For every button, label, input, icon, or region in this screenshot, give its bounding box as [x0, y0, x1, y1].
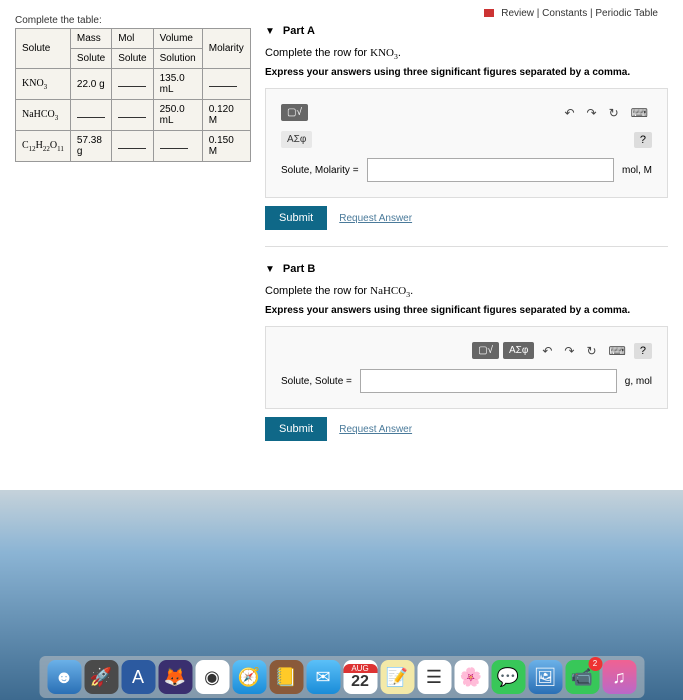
finder-icon[interactable]: ☻: [47, 660, 81, 694]
itunes-icon[interactable]: ♫: [602, 660, 636, 694]
constants-link[interactable]: Constants: [542, 8, 587, 19]
cell-solute: KNO3: [16, 69, 71, 100]
answer-panel: ▼ Part A Complete the row for KNO3. Expr…: [265, 15, 668, 475]
part-a-input[interactable]: [367, 158, 614, 182]
th-mol: Mol: [112, 29, 153, 49]
cell-mass: 57.38 g: [70, 131, 111, 162]
photos-icon[interactable]: 🌸: [454, 660, 488, 694]
th-molarity: Molarity: [202, 29, 250, 69]
th-vol: Volume: [153, 29, 202, 49]
part-a-toolbar2: ΑΣφ ?: [281, 131, 652, 148]
keyboard-icon[interactable]: ⌨: [627, 106, 652, 120]
template-icon[interactable]: ▢√: [281, 104, 308, 121]
th-solute: Solute: [16, 29, 71, 69]
part-a-header[interactable]: ▼ Part A: [265, 25, 668, 37]
launchpad-icon[interactable]: 🚀: [84, 660, 118, 694]
submit-button[interactable]: Submit: [265, 206, 327, 230]
part-a-bold: Express your answers using three signifi…: [265, 67, 668, 78]
separator: [265, 246, 668, 247]
part-a-answer-box: ▢√ ↶ ↷ ↻ ⌨ ΑΣφ ? Solute, Molarity = mol,…: [265, 88, 668, 198]
part-a-submit-row: Submit Request Answer: [265, 206, 668, 230]
request-answer-link[interactable]: Request Answer: [339, 424, 412, 435]
part-b-header[interactable]: ▼ Part B: [265, 263, 668, 275]
facetime-icon[interactable]: 📹2: [565, 660, 599, 694]
messages-icon[interactable]: 💬: [491, 660, 525, 694]
preview-icon[interactable]: 🖼: [528, 660, 562, 694]
cell-mass: [70, 100, 111, 131]
cell-vol: [153, 131, 202, 162]
th-mol2: Solute: [112, 49, 153, 69]
table-row: KNO3 22.0 g 135.0 mL: [16, 69, 251, 100]
symbols-button[interactable]: ΑΣφ: [281, 131, 312, 148]
table-row: NaHCO3 250.0 mL 0.120 M: [16, 100, 251, 131]
chrome-icon[interactable]: ◉: [195, 660, 229, 694]
safari-icon[interactable]: 🧭: [232, 660, 266, 694]
redo-icon[interactable]: ↷: [583, 106, 601, 120]
part-b-input[interactable]: [360, 369, 617, 393]
undo-icon[interactable]: ↶: [560, 106, 578, 120]
problem-table-panel: Complete the table: Solute Mass Mol Volu…: [15, 15, 245, 475]
keyboard-icon[interactable]: ⌨: [605, 344, 630, 358]
cell-vol: 250.0 mL: [153, 100, 202, 131]
part-b-title: Part B: [283, 263, 315, 275]
cell-vol: 135.0 mL: [153, 69, 202, 100]
top-links: Review | Constants | Periodic Table: [484, 8, 658, 19]
flag-icon: [484, 9, 494, 17]
contacts-icon[interactable]: 📒: [269, 660, 303, 694]
undo-icon[interactable]: ↶: [538, 344, 556, 358]
review-link[interactable]: Review: [501, 8, 534, 19]
part-a-title: Part A: [283, 25, 315, 37]
appstore-icon[interactable]: A: [121, 660, 155, 694]
part-b-label: Solute, Solute =: [281, 376, 352, 387]
calendar-icon[interactable]: AUG22: [343, 660, 377, 694]
part-a-input-row: Solute, Molarity = mol, M: [281, 158, 652, 182]
part-b-instruction: Complete the row for NaHCO3.: [265, 285, 668, 299]
th-mass2: Solute: [70, 49, 111, 69]
badge: 2: [588, 657, 602, 671]
part-b-unit: g, mol: [625, 376, 652, 387]
help-icon[interactable]: ?: [634, 343, 652, 359]
part-b-answer-box: ▢√ ΑΣφ ↶ ↷ ↻ ⌨ ? Solute, Solute = g, mol: [265, 326, 668, 409]
data-table: Solute Mass Mol Volume Molarity Solute S…: [15, 28, 251, 162]
part-b-input-row: Solute, Solute = g, mol: [281, 369, 652, 393]
th-mass: Mass: [70, 29, 111, 49]
request-answer-link[interactable]: Request Answer: [339, 213, 412, 224]
part-b-toolbar: ▢√ ΑΣφ ↶ ↷ ↻ ⌨ ?: [281, 342, 652, 359]
firefox-icon[interactable]: 🦊: [158, 660, 192, 694]
cell-solute: NaHCO3: [16, 100, 71, 131]
table-title: Complete the table:: [15, 15, 245, 26]
cell-molar: [202, 69, 250, 100]
reset-icon[interactable]: ↻: [605, 106, 623, 120]
macos-dock: ☻ 🚀 A 🦊 ◉ 🧭 📒 ✉ AUG22 📝 ☰ 🌸 💬 🖼 📹2 ♫: [39, 656, 644, 698]
mail-icon[interactable]: ✉: [306, 660, 340, 694]
reminders-icon[interactable]: ☰: [417, 660, 451, 694]
cell-mass: 22.0 g: [70, 69, 111, 100]
cell-mol: [112, 131, 153, 162]
help-icon[interactable]: ?: [634, 132, 652, 148]
part-a-toolbar: ▢√ ↶ ↷ ↻ ⌨: [281, 104, 652, 121]
chevron-down-icon: ▼: [265, 26, 275, 37]
table-row: C12H22O11 57.38 g 0.150 M: [16, 131, 251, 162]
chevron-down-icon: ▼: [265, 264, 275, 275]
part-a-label: Solute, Molarity =: [281, 165, 359, 176]
cell-solute: C12H22O11: [16, 131, 71, 162]
cell-mol: [112, 69, 153, 100]
periodic-link[interactable]: Periodic Table: [595, 8, 658, 19]
part-b-submit-row: Submit Request Answer: [265, 417, 668, 441]
submit-button[interactable]: Submit: [265, 417, 327, 441]
cell-mol: [112, 100, 153, 131]
reset-icon[interactable]: ↻: [582, 344, 600, 358]
part-b-bold: Express your answers using three signifi…: [265, 305, 668, 316]
part-a-unit: mol, M: [622, 165, 652, 176]
cell-molar: 0.150 M: [202, 131, 250, 162]
symbols-button[interactable]: ΑΣφ: [503, 342, 534, 359]
th-vol2: Solution: [153, 49, 202, 69]
cell-molar: 0.120 M: [202, 100, 250, 131]
redo-icon[interactable]: ↷: [560, 344, 578, 358]
template-icon[interactable]: ▢√: [472, 342, 499, 359]
notes-icon[interactable]: 📝: [380, 660, 414, 694]
part-a-instruction: Complete the row for KNO3.: [265, 47, 668, 61]
